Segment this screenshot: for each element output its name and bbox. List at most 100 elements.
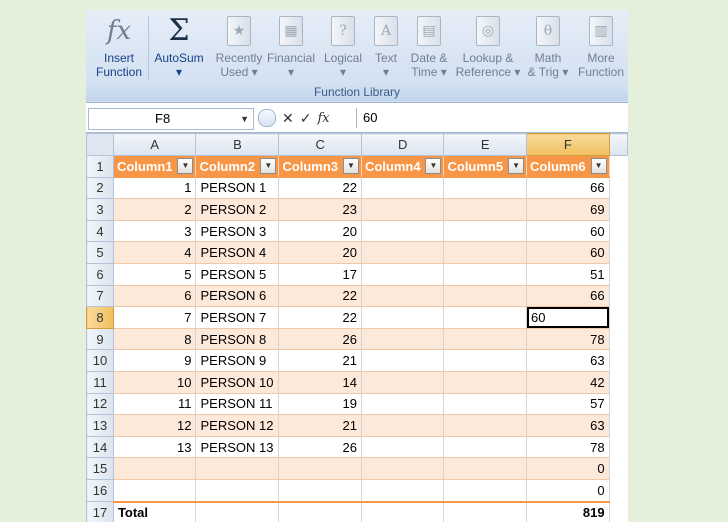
table-cell[interactable]: 4 — [113, 241, 197, 264]
table-cell[interactable] — [113, 457, 197, 480]
table-cell[interactable]: 20 — [278, 220, 362, 243]
empty-cell[interactable] — [609, 242, 627, 264]
ribbon-button-2[interactable]: ★ Recently Used ▾ — [212, 12, 266, 86]
formula-bar-expand-handle[interactable] — [258, 109, 276, 127]
row-header[interactable]: 4 — [86, 219, 114, 243]
formula-input[interactable]: 60 — [356, 108, 377, 128]
empty-cell[interactable] — [609, 328, 627, 350]
empty-cell[interactable] — [609, 285, 627, 307]
table-cell[interactable] — [361, 220, 445, 243]
ribbon-button-3[interactable]: ▦ Financial ▾ — [264, 12, 318, 86]
table-cell[interactable]: PERSON 7 — [195, 306, 280, 329]
table-cell[interactable] — [361, 479, 445, 503]
table-cell[interactable]: 22 — [278, 306, 362, 329]
filter-dropdown-icon[interactable]: ▼ — [260, 158, 277, 175]
table-cell[interactable]: 63 — [526, 414, 610, 437]
row-header[interactable]: 3 — [86, 198, 114, 221]
column-header-f[interactable]: F — [526, 133, 610, 156]
row-header[interactable]: 17 — [86, 500, 114, 522]
table-cell[interactable] — [361, 349, 445, 372]
table-cell[interactable] — [443, 457, 528, 480]
empty-cell[interactable] — [609, 199, 627, 221]
ribbon-button-9[interactable]: ▥ More Function — [574, 12, 628, 86]
table-cell[interactable]: 20 — [278, 241, 362, 264]
table-cell[interactable] — [443, 177, 528, 200]
table-header-cell[interactable]: Column6 ▼ — [526, 155, 610, 178]
table-cell[interactable]: PERSON 13 — [195, 436, 280, 459]
table-cell[interactable] — [443, 306, 528, 329]
empty-cell[interactable] — [609, 415, 627, 437]
table-cell[interactable]: PERSON 2 — [195, 198, 280, 221]
table-cell[interactable] — [361, 328, 445, 351]
select-all-corner[interactable] — [86, 133, 114, 156]
filter-dropdown-icon[interactable]: ▼ — [425, 158, 442, 175]
table-cell[interactable]: 63 — [526, 349, 610, 372]
empty-cell[interactable] — [609, 458, 627, 480]
table-cell[interactable] — [443, 285, 528, 308]
table-cell[interactable] — [361, 393, 445, 416]
empty-cell[interactable] — [609, 220, 627, 242]
row-header[interactable]: 5 — [86, 241, 114, 264]
table-cell[interactable]: 9 — [113, 349, 197, 372]
column-header-e[interactable]: E — [443, 133, 528, 156]
table-cell[interactable]: 22 — [278, 177, 362, 200]
row-header[interactable]: 14 — [86, 435, 114, 459]
table-cell[interactable]: 26 — [278, 436, 362, 459]
table-cell[interactable] — [443, 241, 528, 264]
table-cell[interactable]: 51 — [526, 263, 610, 286]
table-cell[interactable]: 69 — [526, 198, 610, 221]
empty-cell[interactable] — [609, 156, 627, 178]
table-cell[interactable]: 42 — [526, 371, 610, 394]
table-cell[interactable]: 26 — [278, 328, 362, 351]
table-cell[interactable] — [361, 457, 445, 480]
table-cell[interactable]: 14 — [278, 371, 362, 394]
ribbon-button-1[interactable]: Σ AutoSum ▾ — [148, 12, 210, 86]
active-cell[interactable]: 60 — [526, 306, 610, 329]
row-header[interactable]: 12 — [86, 392, 114, 416]
table-cell[interactable]: 13 — [113, 436, 197, 459]
table-cell[interactable]: 5 — [113, 263, 197, 286]
table-cell[interactable] — [443, 371, 528, 394]
table-cell[interactable]: 12 — [113, 414, 197, 437]
row-header[interactable]: 13 — [86, 414, 114, 437]
filter-dropdown-icon[interactable]: ▼ — [508, 158, 525, 175]
table-cell[interactable]: 11 — [113, 393, 197, 416]
row-header[interactable]: 8 — [86, 306, 114, 329]
empty-cell[interactable] — [609, 479, 627, 501]
table-cell[interactable] — [361, 198, 445, 221]
table-cell[interactable] — [443, 328, 528, 351]
cancel-icon[interactable]: ✕ — [282, 110, 294, 127]
total-label[interactable]: Total — [113, 500, 197, 522]
table-cell[interactable] — [361, 500, 445, 522]
table-cell[interactable] — [361, 414, 445, 437]
table-cell[interactable]: 23 — [278, 198, 362, 221]
row-header[interactable]: 2 — [86, 176, 114, 200]
table-cell[interactable] — [113, 479, 197, 503]
table-header-cell[interactable]: Column5 ▼ — [443, 155, 528, 178]
row-header[interactable]: 6 — [86, 262, 114, 286]
empty-cell[interactable] — [609, 436, 627, 458]
row-header[interactable]: 7 — [86, 284, 114, 308]
row-header[interactable]: 9 — [86, 327, 114, 351]
empty-cell[interactable] — [609, 263, 627, 285]
table-cell[interactable] — [443, 220, 528, 243]
column-header-g[interactable] — [608, 133, 628, 156]
table-cell[interactable] — [361, 177, 445, 200]
chevron-down-icon[interactable]: ▼ — [240, 109, 249, 129]
table-cell[interactable]: 21 — [278, 349, 362, 372]
table-cell[interactable] — [443, 349, 528, 372]
filter-dropdown-icon[interactable]: ▼ — [590, 158, 607, 175]
insert-function-icon[interactable]: fx — [317, 111, 329, 126]
table-cell[interactable]: 7 — [113, 306, 197, 329]
empty-cell[interactable] — [609, 350, 627, 372]
empty-cell[interactable] — [609, 393, 627, 415]
table-cell[interactable]: 17 — [278, 263, 362, 286]
empty-cell[interactable] — [609, 307, 627, 329]
table-cell[interactable]: 1 — [113, 177, 197, 200]
ribbon-button-7[interactable]: ◎ Lookup & Reference ▾ — [454, 12, 522, 86]
table-cell[interactable]: 60 — [526, 220, 610, 243]
table-header-cell[interactable]: Column1 ▼ — [113, 155, 197, 178]
table-cell[interactable] — [443, 414, 528, 437]
table-cell[interactable] — [195, 457, 280, 480]
table-cell[interactable]: 57 — [526, 393, 610, 416]
